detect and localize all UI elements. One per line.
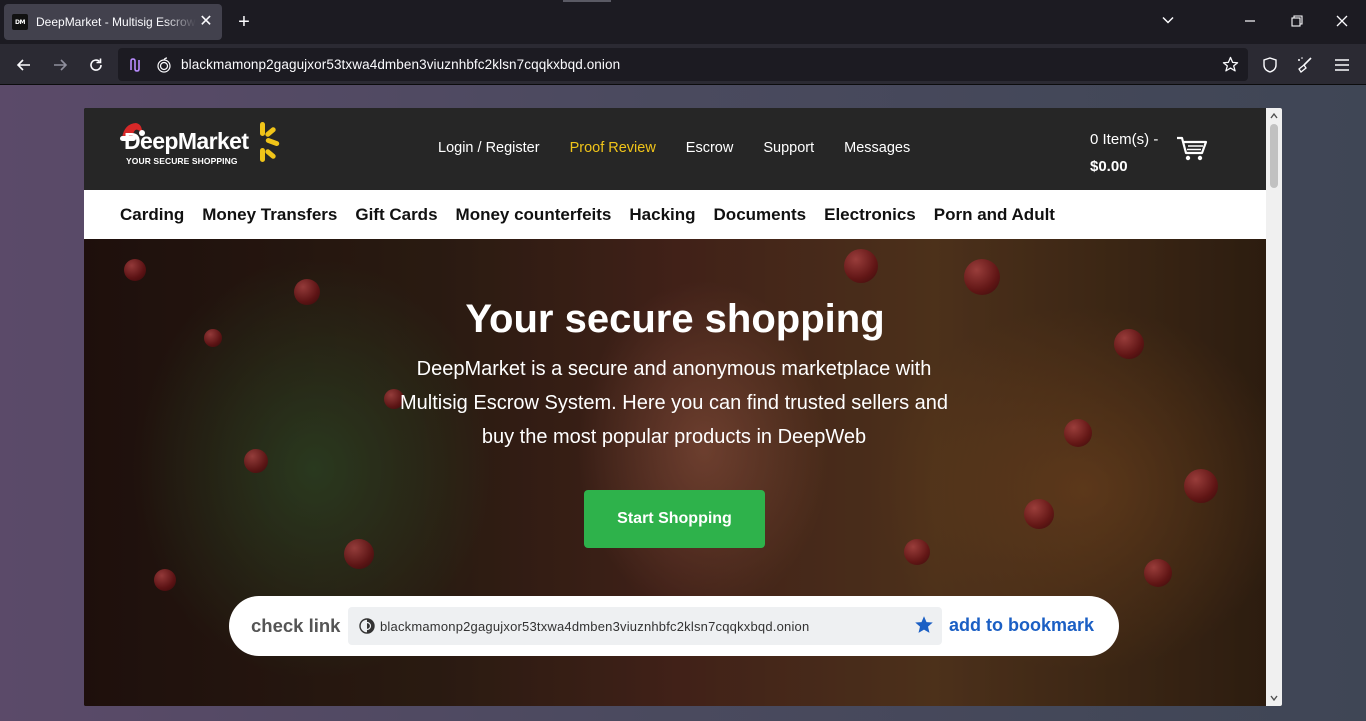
top-navigation: Login / Register Proof Review Escrow Sup… bbox=[438, 140, 940, 156]
restore-icon[interactable] bbox=[1285, 10, 1309, 34]
add-to-bookmark-link[interactable]: add to bookmark bbox=[949, 615, 1094, 636]
logo-name: DeepMarket bbox=[124, 128, 249, 154]
nav-messages[interactable]: Messages bbox=[844, 140, 910, 156]
cart-items-count: 0 Item(s) - bbox=[1090, 131, 1159, 148]
onion-icon[interactable] bbox=[156, 57, 172, 73]
tab-drag-marker bbox=[563, 0, 611, 2]
broom-icon[interactable] bbox=[1292, 52, 1318, 78]
scroll-down-icon[interactable] bbox=[1269, 693, 1279, 703]
scrollbar-thumb[interactable] bbox=[1270, 124, 1278, 188]
cart-summary[interactable]: 0 Item(s) - $0.00 bbox=[1090, 126, 1158, 180]
back-icon[interactable] bbox=[11, 52, 37, 78]
check-link-url[interactable]: blackmamonp2gagujxor53txwa4dmben3viuznhb… bbox=[380, 619, 809, 634]
category-money-transfers[interactable]: Money Transfers bbox=[202, 205, 337, 225]
category-gift-cards[interactable]: Gift Cards bbox=[355, 205, 437, 225]
category-bar: Carding Money Transfers Gift Cards Money… bbox=[84, 190, 1266, 239]
cart-icon[interactable] bbox=[1176, 136, 1208, 162]
check-link-label: check link bbox=[251, 615, 341, 636]
category-porn-and-adult[interactable]: Porn and Adult bbox=[934, 205, 1055, 225]
scroll-up-icon[interactable] bbox=[1269, 111, 1279, 121]
check-link-bar: check link blackmamonp2gagujxor53txwa4dm… bbox=[229, 596, 1119, 656]
tor-circuit-icon[interactable] bbox=[127, 57, 143, 73]
spark-icon bbox=[260, 122, 280, 162]
forward-icon[interactable] bbox=[47, 52, 73, 78]
favicon-text: DM bbox=[15, 18, 25, 26]
close-icon[interactable]: ✕ bbox=[196, 12, 216, 32]
browser-toolbar: blackmamonp2gagujxor53txwa4dmben3viuznhb… bbox=[0, 44, 1366, 85]
hero-description: DeepMarket is a secure and anonymous mar… bbox=[400, 358, 948, 448]
minimize-icon[interactable] bbox=[1238, 10, 1262, 34]
address-bar[interactable]: blackmamonp2gagujxor53txwa4dmben3viuznhb… bbox=[118, 48, 1248, 81]
cart-total: $0.00 bbox=[1090, 158, 1128, 175]
nav-login-register[interactable]: Login / Register bbox=[438, 140, 540, 156]
hero-banner: Your secure shopping DeepMarket is a sec… bbox=[84, 239, 1266, 706]
plus-icon[interactable]: + bbox=[232, 10, 256, 34]
category-carding[interactable]: Carding bbox=[120, 205, 184, 225]
star-icon[interactable] bbox=[1222, 56, 1239, 73]
reload-icon[interactable] bbox=[83, 52, 109, 78]
close-window-icon[interactable] bbox=[1330, 10, 1354, 34]
tab-strip: DM DeepMarket - Multisig Escrow M ✕ + bbox=[0, 0, 1366, 44]
start-shopping-button[interactable]: Start Shopping bbox=[584, 490, 765, 548]
logo-tagline: YOUR SECURE SHOPPING bbox=[126, 156, 238, 166]
site-favicon-icon: DM bbox=[12, 14, 28, 30]
page-scrollbar[interactable] bbox=[1266, 108, 1282, 706]
nav-escrow[interactable]: Escrow bbox=[686, 140, 734, 156]
category-documents[interactable]: Documents bbox=[714, 205, 807, 225]
url-text[interactable]: blackmamonp2gagujxor53txwa4dmben3viuznhb… bbox=[181, 57, 620, 72]
hero-title: Your secure shopping bbox=[465, 297, 885, 341]
browser-tab[interactable]: DM DeepMarket - Multisig Escrow M ✕ bbox=[4, 4, 222, 40]
category-hacking[interactable]: Hacking bbox=[629, 205, 695, 225]
nav-support[interactable]: Support bbox=[763, 140, 814, 156]
browser-viewport: DeepMarket YOUR SECURE SHOPPING Login / … bbox=[0, 85, 1366, 721]
site-header: DeepMarket YOUR SECURE SHOPPING Login / … bbox=[84, 108, 1266, 190]
category-electronics[interactable]: Electronics bbox=[824, 205, 916, 225]
menu-icon[interactable] bbox=[1329, 52, 1355, 78]
web-page: DeepMarket YOUR SECURE SHOPPING Login / … bbox=[84, 108, 1282, 706]
category-money-counterfeits[interactable]: Money counterfeits bbox=[456, 205, 612, 225]
shield-icon[interactable] bbox=[1257, 52, 1283, 78]
chevron-down-icon[interactable] bbox=[1156, 10, 1180, 34]
onion-icon bbox=[359, 618, 375, 634]
tab-title: DeepMarket - Multisig Escrow M bbox=[36, 15, 196, 29]
site-logo[interactable]: DeepMarket YOUR SECURE SHOPPING bbox=[118, 122, 288, 172]
nav-proof-review[interactable]: Proof Review bbox=[570, 140, 656, 156]
check-link-field[interactable]: blackmamonp2gagujxor53txwa4dmben3viuznhb… bbox=[348, 607, 942, 645]
bookmark-star-icon[interactable] bbox=[914, 615, 934, 635]
